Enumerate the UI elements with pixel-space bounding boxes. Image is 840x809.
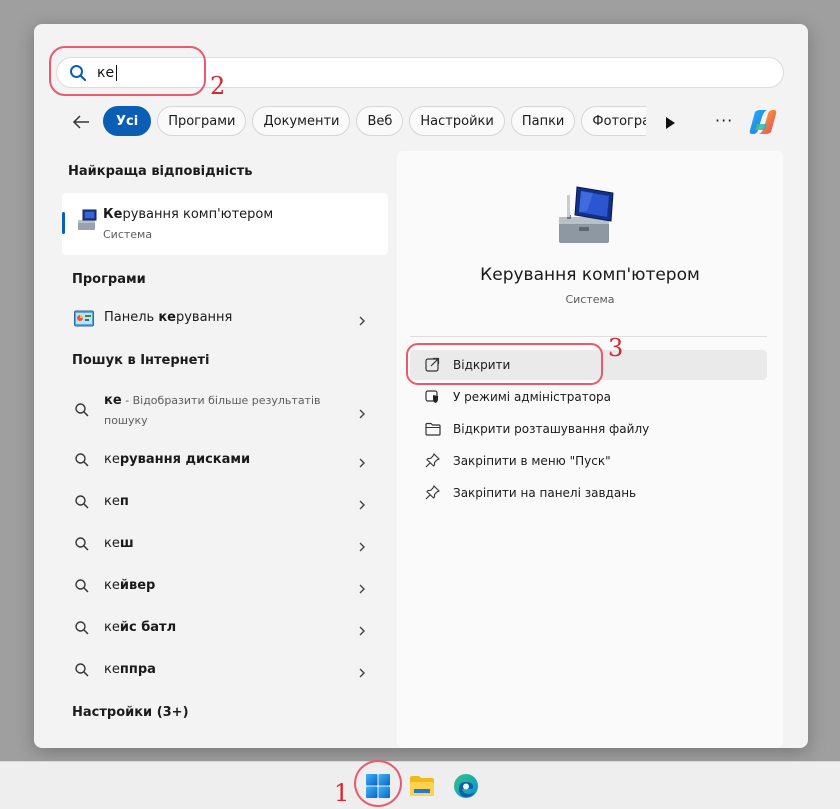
filter-chip-folders[interactable]: Папки xyxy=(510,106,576,136)
divider xyxy=(410,336,767,337)
more-options-button[interactable]: ··· xyxy=(715,111,733,130)
web-item-label: кеп xyxy=(104,494,129,509)
edge-browser-icon[interactable] xyxy=(452,772,480,800)
taskbar xyxy=(0,761,840,809)
pin-icon xyxy=(425,485,440,504)
search-icon xyxy=(74,536,90,556)
action-label: Закріпити в меню "Пуск" xyxy=(453,454,611,468)
web-item-show-more[interactable]: ке - Відобразити більше результатів пошу… xyxy=(62,390,388,434)
search-icon xyxy=(74,620,90,640)
search-icon xyxy=(74,578,90,598)
control-panel-icon xyxy=(74,310,94,332)
filter-chip-apps[interactable]: Програми xyxy=(157,106,247,136)
pin-to-taskbar-action[interactable]: Закріпити на панелі завдань xyxy=(410,478,767,508)
web-item-label: керування дисками xyxy=(104,452,251,467)
play-right-icon[interactable] xyxy=(664,115,676,134)
detail-subtitle: Система xyxy=(565,293,615,306)
annotation-highlight-start xyxy=(354,760,402,807)
action-label: Закріпити на панелі завдань xyxy=(453,486,637,500)
filter-bar: Усі Програми Документи Веб Настройки Пап… xyxy=(34,106,808,138)
search-icon xyxy=(74,402,90,422)
filter-chips: Усі Програми Документи Веб Настройки Пап… xyxy=(103,106,646,138)
web-item[interactable]: керування дисками xyxy=(62,441,388,481)
copilot-icon[interactable] xyxy=(747,108,779,136)
web-item[interactable]: кеппра xyxy=(62,651,388,691)
back-arrow-icon[interactable] xyxy=(70,111,92,133)
app-item-label: Панель керування xyxy=(104,310,233,325)
chevron-right-icon xyxy=(358,538,366,557)
filter-chip-web[interactable]: Веб xyxy=(356,106,404,136)
chevron-right-icon xyxy=(358,312,366,331)
action-label: У режимі адміністратора xyxy=(453,390,612,404)
chevron-right-icon xyxy=(358,496,366,515)
detail-title: Керування комп'ютером xyxy=(480,265,700,285)
annotation-number-2: 2 xyxy=(210,72,226,100)
chevron-right-icon xyxy=(358,664,366,683)
web-section-title: Пошук в Інтернеті xyxy=(72,353,210,368)
filter-chip-all[interactable]: Усі xyxy=(103,106,152,136)
filter-chip-photos[interactable]: Фотографії xyxy=(581,106,646,136)
chevron-right-icon xyxy=(358,622,366,641)
best-match-name: Керування комп'ютером xyxy=(103,207,274,222)
folder-icon xyxy=(425,421,441,440)
detail-pane: Керування комп'ютером Система Відкрити У… xyxy=(397,151,783,748)
chevron-right-icon xyxy=(358,405,366,424)
web-item[interactable]: кейвер xyxy=(62,567,388,607)
web-item-label: кеппра xyxy=(104,662,156,677)
chevron-right-icon xyxy=(358,454,366,473)
filter-chip-settings[interactable]: Настройки xyxy=(409,106,505,136)
file-explorer-icon[interactable] xyxy=(408,772,436,800)
web-item[interactable]: кеп xyxy=(62,483,388,523)
web-item-label: кейвер xyxy=(104,578,156,593)
action-label: Відкрити розташування файлу xyxy=(453,422,650,436)
annotation-number-1: 1 xyxy=(334,779,350,807)
search-icon xyxy=(74,452,90,472)
annotation-highlight-search xyxy=(49,46,206,96)
computer-management-icon xyxy=(553,181,623,251)
run-as-admin-action[interactable]: У режимі адміністратора xyxy=(410,382,767,412)
best-match-subtitle: Система xyxy=(103,228,153,241)
web-item-label: ке - Відобразити більше результатів пошу… xyxy=(104,393,321,427)
open-file-location-action[interactable]: Відкрити розташування файлу xyxy=(410,414,767,444)
selection-indicator xyxy=(62,212,65,234)
computer-management-icon xyxy=(75,208,99,236)
web-item-label: кеш xyxy=(104,536,134,551)
search-icon xyxy=(74,494,90,514)
search-icon xyxy=(74,662,90,682)
chevron-right-icon xyxy=(358,580,366,599)
best-match-item[interactable]: Керування комп'ютером Система xyxy=(62,193,388,255)
app-item-control-panel[interactable]: Панель керування xyxy=(62,299,388,339)
pin-icon xyxy=(425,453,440,472)
admin-shield-icon xyxy=(425,389,440,408)
settings-section-title[interactable]: Настройки (3+) xyxy=(72,705,189,720)
apps-section-title: Програми xyxy=(72,272,146,287)
pin-to-start-action[interactable]: Закріпити в меню "Пуск" xyxy=(410,446,767,476)
best-match-title: Найкраща відповідність xyxy=(68,164,253,179)
web-item[interactable]: кейс батл xyxy=(62,609,388,649)
web-item-label: кейс батл xyxy=(104,620,177,635)
annotation-number-3: 3 xyxy=(608,334,624,362)
web-item[interactable]: кеш xyxy=(62,525,388,565)
annotation-highlight-open xyxy=(406,343,603,385)
filter-chip-documents[interactable]: Документи xyxy=(252,106,351,136)
